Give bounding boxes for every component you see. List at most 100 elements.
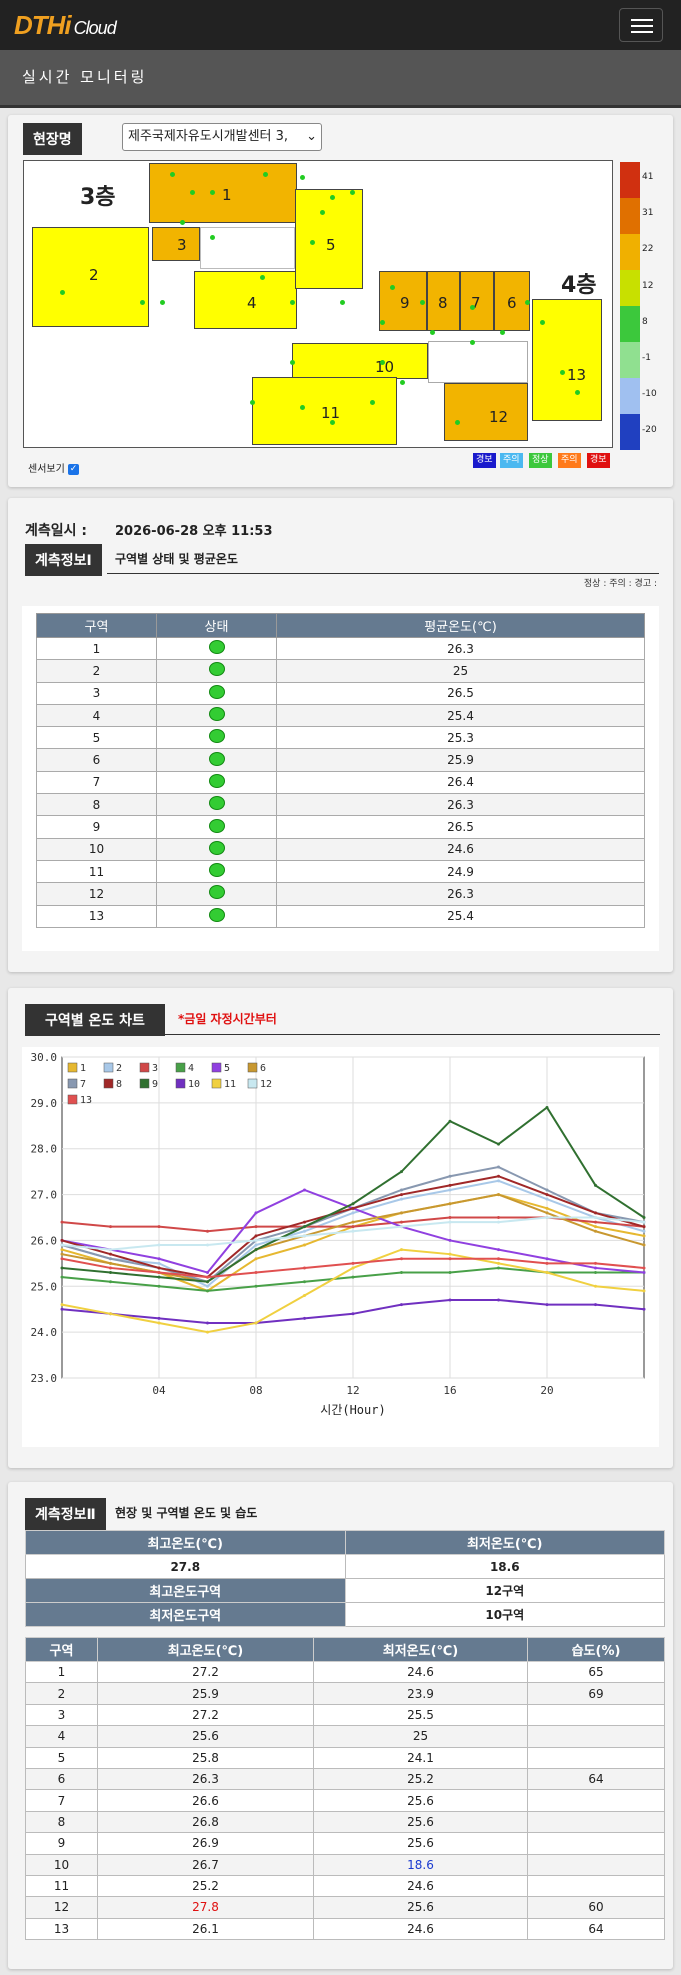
sensor-dot[interactable] — [180, 220, 185, 225]
status-normal-icon — [208, 751, 225, 766]
data-point — [351, 1211, 355, 1215]
zone-12[interactable]: 12 — [444, 383, 528, 441]
sensor-dot[interactable] — [320, 210, 325, 215]
sensor-dot[interactable] — [420, 300, 425, 305]
legend-label: 8 — [116, 1079, 122, 1090]
zone-3[interactable]: 3 — [152, 227, 200, 261]
legend-item: 경보 — [587, 453, 610, 468]
data-point — [497, 1220, 500, 1224]
zone-cell: 12 — [36, 882, 157, 906]
data-point — [60, 1252, 64, 1256]
data-point — [303, 1243, 306, 1247]
zone-1-label: 1 — [222, 186, 232, 204]
humidity-cell — [527, 1853, 665, 1876]
sensor-dot[interactable] — [300, 405, 305, 410]
data-point — [642, 1216, 646, 1219]
min-temp-cell: 25.6 — [313, 1896, 528, 1919]
sensor-dot[interactable] — [260, 275, 265, 280]
sensor-dot[interactable] — [190, 190, 195, 195]
zone-2[interactable]: 2 — [32, 227, 149, 327]
sensor-dot[interactable] — [525, 300, 530, 305]
sensor-dot[interactable] — [60, 290, 65, 295]
sensor-dot[interactable] — [290, 360, 295, 365]
data-point — [157, 1243, 161, 1247]
status-cell — [156, 837, 277, 861]
data-point — [157, 1271, 161, 1275]
zone-10[interactable]: 10 — [292, 343, 428, 379]
data-point — [448, 1271, 452, 1275]
avg-temp-cell: 25.9 — [276, 748, 645, 772]
sensor-dot[interactable] — [340, 300, 345, 305]
data-point — [642, 1271, 646, 1275]
y-tick-label: 24.0 — [31, 1326, 58, 1339]
sensor-dot[interactable] — [390, 285, 395, 290]
logo-sub-text: Cloud — [73, 18, 117, 38]
sensor-dot[interactable] — [575, 390, 580, 395]
sensor-dot[interactable] — [290, 300, 295, 305]
divider — [107, 573, 659, 574]
data-point — [594, 1216, 597, 1219]
sensor-dot[interactable] — [455, 420, 460, 425]
data-point — [400, 1225, 403, 1229]
zone-5[interactable]: 5 — [295, 189, 363, 289]
scale-band — [620, 306, 640, 342]
status-normal-icon — [208, 840, 225, 855]
zone-7[interactable]: 7 — [460, 271, 494, 331]
max-temp-cell: 27.2 — [97, 1660, 314, 1684]
sensor-dot[interactable] — [350, 190, 355, 195]
sensor-dot[interactable] — [380, 360, 385, 365]
sensor-toggle[interactable]: 센서보기 ✓ — [28, 460, 79, 475]
sensor-dot[interactable] — [210, 190, 215, 195]
zone-4[interactable]: 4 — [194, 271, 297, 329]
sensor-dot[interactable] — [330, 195, 335, 200]
sensor-dot[interactable] — [470, 305, 475, 310]
max-temp-cell: 25.2 — [97, 1874, 314, 1898]
checkbox-checked-icon[interactable]: ✓ — [68, 463, 79, 475]
status-normal-icon — [208, 818, 225, 833]
sensor-dot[interactable] — [310, 240, 315, 245]
site-select[interactable]: 제주국제자유도시개발센터 3, ⌄ — [122, 123, 322, 151]
sensor-dot[interactable] — [140, 300, 145, 305]
sensor-dot[interactable] — [263, 172, 268, 177]
sensor-dot[interactable] — [300, 175, 305, 180]
zone-13[interactable]: 13 — [532, 299, 602, 421]
legend-label: 12 — [260, 1079, 272, 1090]
max-temp-cell: 26.7 — [97, 1853, 314, 1876]
humidity-cell: 65 — [527, 1660, 665, 1684]
zone-8[interactable]: 8 — [427, 271, 460, 331]
sensor-dot[interactable] — [560, 370, 565, 375]
status-table-wrap: 구역 상태 평균온도(℃) 1 26.3 2 25 3 26.5 4 25.4 5 25.3 6 25… — [22, 606, 659, 951]
sensor-dot[interactable] — [500, 330, 505, 335]
sensor-dot[interactable] — [250, 400, 255, 405]
zone-11[interactable]: 11 — [252, 377, 397, 445]
zone-2-label: 2 — [89, 266, 99, 284]
sensor-dot[interactable] — [430, 330, 435, 335]
sensor-dot[interactable] — [330, 420, 335, 425]
data-point — [497, 1174, 500, 1178]
logo[interactable]: DTHi Cloud — [14, 10, 117, 41]
sensor-dot[interactable] — [160, 300, 165, 305]
min-zone-value: 10구역 — [344, 1602, 665, 1627]
menu-toggle-button[interactable] — [619, 8, 663, 42]
max-temp-cell: 25.8 — [97, 1746, 314, 1769]
sensor-dot[interactable] — [210, 235, 215, 240]
sensor-dot[interactable] — [540, 320, 545, 325]
data-point — [594, 1271, 597, 1275]
legend-label: 11 — [224, 1079, 236, 1090]
sensor-dot[interactable] — [170, 172, 175, 177]
data-point — [254, 1321, 258, 1325]
data-point — [254, 1243, 258, 1247]
sensor-dot[interactable] — [400, 380, 405, 385]
sensor-dot[interactable] — [370, 400, 375, 405]
zone-6-label: 6 — [507, 294, 517, 312]
scale-label: 12 — [642, 280, 654, 291]
y-tick-label: 28.0 — [31, 1143, 58, 1156]
data-point — [206, 1275, 209, 1279]
data-point — [254, 1257, 258, 1261]
avg-temp-cell: 26.5 — [276, 681, 645, 705]
data-point — [642, 1266, 646, 1270]
data-point — [497, 1216, 500, 1219]
sensor-dot[interactable] — [470, 340, 475, 345]
sensor-dot[interactable] — [380, 320, 385, 325]
floor4-label: 4층 — [561, 273, 597, 298]
